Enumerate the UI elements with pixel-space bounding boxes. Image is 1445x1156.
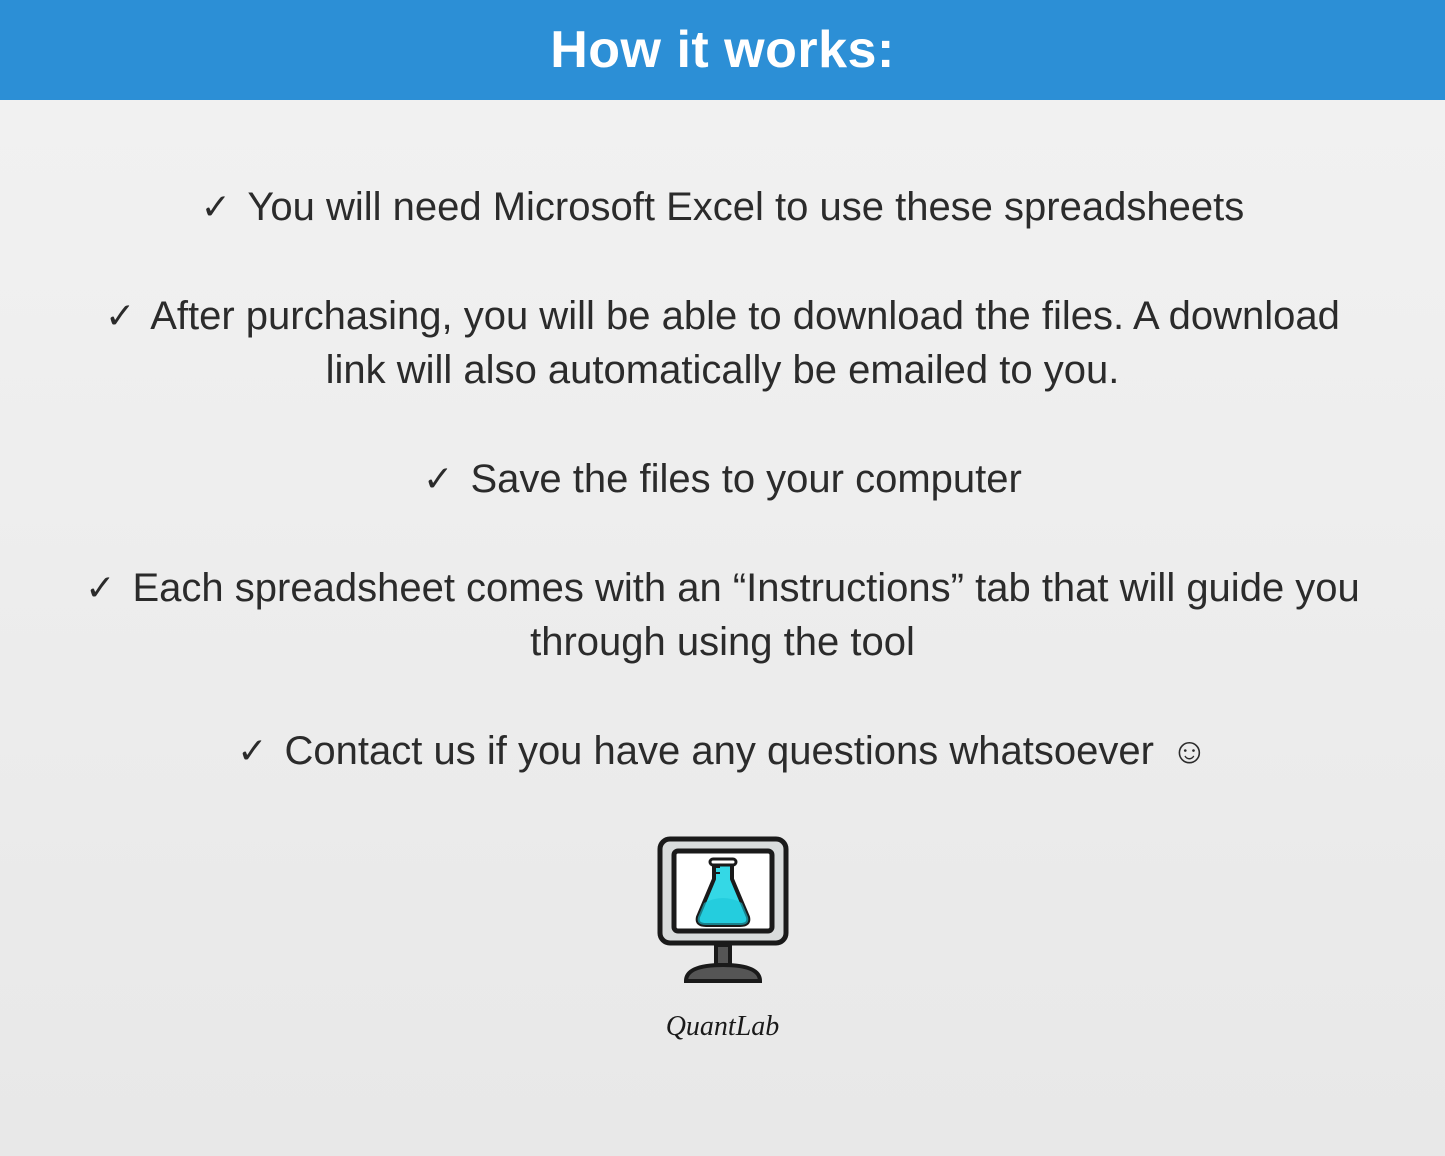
content-area: ✓ You will need Microsoft Excel to use t… (0, 100, 1445, 1083)
list-item: ✓ Save the files to your computer (70, 452, 1375, 506)
checkmark-icon: ✓ (237, 727, 267, 776)
brand-name: QuantLab (666, 1011, 780, 1043)
page-title: How it works: (550, 20, 895, 80)
monitor-flask-icon (648, 833, 798, 1003)
item-text: After purchasing, you will be able to do… (150, 294, 1340, 392)
smiley-icon: ☺ (1171, 727, 1208, 776)
header-banner: How it works: (0, 0, 1445, 100)
list-item: ✓ Each spreadsheet comes with an “Instru… (70, 561, 1375, 669)
checkmark-icon: ✓ (423, 455, 453, 504)
list-item: ✓ You will need Microsoft Excel to use t… (70, 180, 1375, 234)
brand-logo: QuantLab (70, 833, 1375, 1043)
checkmark-icon: ✓ (201, 183, 231, 232)
item-text: Contact us if you have any questions wha… (285, 729, 1154, 773)
item-text: Each spreadsheet comes with an “Instruct… (132, 566, 1359, 664)
item-text: Save the files to your computer (470, 457, 1021, 501)
checkmark-icon: ✓ (85, 564, 115, 613)
item-text: You will need Microsoft Excel to use the… (247, 185, 1244, 229)
checkmark-icon: ✓ (105, 292, 135, 341)
list-item: ✓ Contact us if you have any questions w… (70, 724, 1375, 778)
list-item: ✓ After purchasing, you will be able to … (70, 289, 1375, 397)
